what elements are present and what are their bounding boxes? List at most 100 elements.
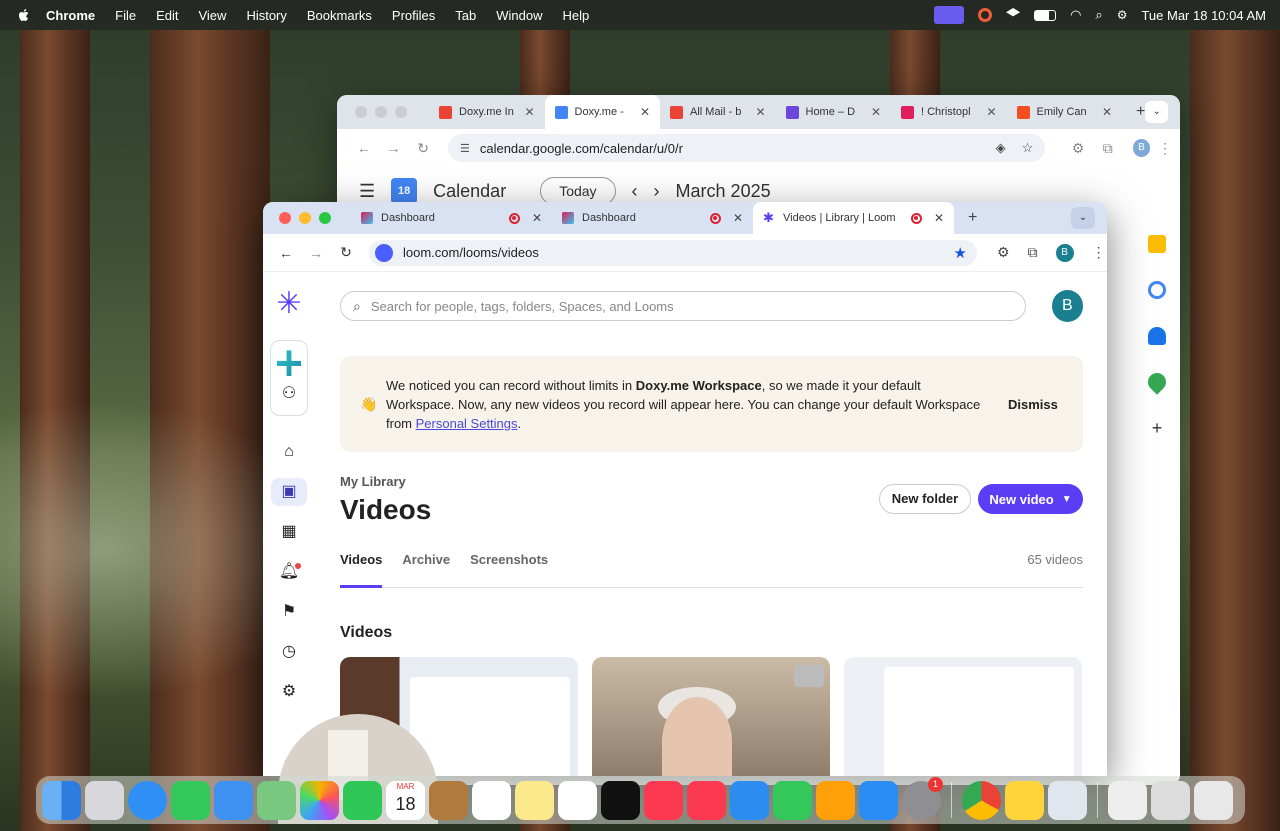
search-icon[interactable]: ⌕ xyxy=(1095,7,1102,23)
apple-icon[interactable] xyxy=(16,7,32,23)
puzzle-icon[interactable]: ⧉ xyxy=(1028,244,1038,261)
finder-icon[interactable] xyxy=(42,780,81,820)
close-icon[interactable]: ✕ xyxy=(640,105,650,119)
new-folder-button[interactable]: New folder xyxy=(879,484,971,514)
extension-icon[interactable]: ⚙ xyxy=(1063,140,1093,157)
downloads-stack-icon[interactable] xyxy=(1151,780,1190,820)
back-tab[interactable]: ! Christopl ✕ xyxy=(891,95,1007,129)
numbers-icon[interactable] xyxy=(773,780,812,820)
menu-profiles[interactable]: Profiles xyxy=(392,8,435,23)
menu-app-name[interactable]: Chrome xyxy=(46,8,95,23)
close-icon[interactable]: ✕ xyxy=(871,105,881,119)
zoom-window-button[interactable] xyxy=(319,212,331,224)
eye-icon[interactable]: ◈ xyxy=(996,140,1006,156)
close-icon[interactable]: ✕ xyxy=(733,211,743,225)
bookmark-star-icon[interactable]: ☆ xyxy=(1022,140,1034,156)
front-url-field[interactable]: loom.com/looms/videos ★ xyxy=(369,239,977,266)
sidebar-item-meetings[interactable]: ▦ xyxy=(271,518,307,546)
hamburger-icon[interactable]: ☰ xyxy=(359,181,375,202)
back-tab-active[interactable]: Doxy.me - ✕ xyxy=(544,95,660,129)
menu-tab[interactable]: Tab xyxy=(455,8,476,23)
wifi-icon[interactable]: ◠ xyxy=(1070,7,1081,23)
tasks-icon[interactable] xyxy=(1148,281,1166,299)
new-tab-button[interactable]: + xyxy=(1136,103,1145,121)
close-icon[interactable]: ✕ xyxy=(1102,105,1112,119)
people-icon[interactable]: ⚇ xyxy=(278,383,300,405)
apple-tv-icon[interactable] xyxy=(601,780,640,820)
loom-logo-icon[interactable]: ✳ xyxy=(275,289,303,319)
tab-search-button[interactable]: ⌄ xyxy=(1145,101,1169,123)
close-icon[interactable]: ✕ xyxy=(934,211,944,225)
next-week-icon[interactable]: › xyxy=(654,181,660,202)
back-arrow-icon[interactable]: ← xyxy=(349,140,379,156)
back-tab[interactable]: Emily Can ✕ xyxy=(1007,95,1123,129)
search-input[interactable]: ⌕ Search for people, tags, folders, Spac… xyxy=(340,291,1026,321)
lightbulb-icon[interactable] xyxy=(1005,780,1044,820)
menu-help[interactable]: Help xyxy=(563,8,590,23)
puzzle-icon[interactable]: ⧉ xyxy=(1093,140,1123,157)
news-icon[interactable] xyxy=(687,780,726,820)
personal-settings-link[interactable]: Personal Settings xyxy=(416,416,518,431)
user-avatar[interactable]: B xyxy=(1051,290,1083,322)
back-tab[interactable]: All Mail - b ✕ xyxy=(660,95,776,129)
menu-view[interactable]: View xyxy=(198,8,226,23)
close-icon[interactable]: ✕ xyxy=(986,105,996,119)
control-center-icon[interactable]: ⚙ xyxy=(1117,8,1128,22)
menu-edit[interactable]: Edit xyxy=(156,8,178,23)
maps-icon[interactable] xyxy=(257,780,296,820)
system-settings-icon[interactable]: 1 xyxy=(902,776,943,820)
keep-icon[interactable] xyxy=(1148,235,1166,253)
launchpad-icon[interactable] xyxy=(85,780,124,820)
zoom-window-button[interactable] xyxy=(395,106,407,118)
menu-window[interactable]: Window xyxy=(496,8,542,23)
more-icon[interactable]: ⋮ xyxy=(1150,140,1180,157)
pages-icon[interactable] xyxy=(816,780,855,820)
add-addon-icon[interactable]: + xyxy=(1148,419,1166,437)
tab-videos[interactable]: Videos xyxy=(340,552,383,588)
video-thumbnail[interactable] xyxy=(592,657,830,776)
minimize-window-button[interactable] xyxy=(375,106,387,118)
screen-record-icon[interactable] xyxy=(934,6,965,24)
safari-icon[interactable] xyxy=(128,780,167,820)
close-window-button[interactable] xyxy=(279,212,291,224)
sidebar-item-settings[interactable]: ⚙ xyxy=(271,678,307,706)
menu-bookmarks[interactable]: Bookmarks xyxy=(307,8,372,23)
chrome-icon[interactable] xyxy=(962,780,1001,820)
front-tab-dashboard[interactable]: Dashboard ✕ xyxy=(552,202,753,234)
sidebar-item-history[interactable]: ◷ xyxy=(271,638,307,666)
photos-icon[interactable] xyxy=(300,780,339,820)
sidebar-item-home[interactable]: ⌂ xyxy=(271,438,307,466)
profile-avatar[interactable]: B xyxy=(1132,139,1151,157)
contacts-icon[interactable] xyxy=(1148,327,1166,345)
site-info-icon[interactable]: ☰ xyxy=(460,142,470,155)
messages-icon[interactable] xyxy=(171,780,210,820)
back-tab[interactable]: Doxy.me In ✕ xyxy=(429,95,545,129)
front-tab-dashboard[interactable]: Dashboard ✕ xyxy=(351,202,552,234)
profile-avatar[interactable]: B xyxy=(1055,243,1074,262)
loom-status-icon[interactable] xyxy=(978,8,993,22)
app-store-icon[interactable] xyxy=(859,780,898,820)
tab-archive[interactable]: Archive xyxy=(402,552,450,588)
back-arrow-icon[interactable]: ← xyxy=(271,245,301,261)
reload-icon[interactable]: ↻ xyxy=(408,140,438,157)
menu-history[interactable]: History xyxy=(246,8,286,23)
back-url-field[interactable]: ☰ calendar.google.com/calendar/u/0/r ◈ ☆ xyxy=(447,134,1046,162)
contacts-icon[interactable] xyxy=(429,780,468,820)
back-tab[interactable]: Home – D ✕ xyxy=(776,95,892,129)
close-icon[interactable]: ✕ xyxy=(524,105,534,119)
extension-icon[interactable]: ⚙ xyxy=(997,244,1010,261)
menu-file[interactable]: File xyxy=(115,8,136,23)
reload-icon[interactable]: ↻ xyxy=(331,244,361,261)
maps-icon[interactable] xyxy=(1144,369,1170,395)
new-tab-button[interactable]: + xyxy=(968,209,977,227)
music-icon[interactable] xyxy=(644,780,683,820)
close-icon[interactable]: ✕ xyxy=(755,105,765,119)
freeform-icon[interactable] xyxy=(558,780,597,820)
today-button[interactable]: Today xyxy=(540,177,616,205)
keynote-icon[interactable] xyxy=(730,780,769,820)
new-video-button[interactable]: New video ▼ xyxy=(978,484,1083,514)
forward-arrow-icon[interactable]: → xyxy=(301,245,331,261)
front-tab-loom[interactable]: ✱ Videos | Library | Loom ✕ xyxy=(753,202,954,234)
doxy-workspace-icon[interactable] xyxy=(277,350,301,377)
close-window-button[interactable] xyxy=(355,106,367,118)
